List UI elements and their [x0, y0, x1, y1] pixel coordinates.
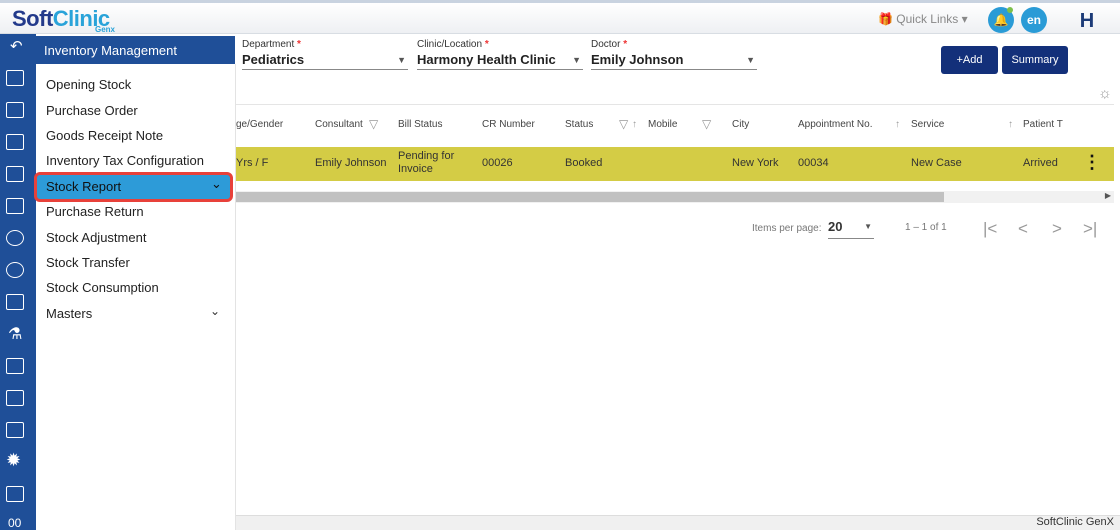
menu-item-label: Stock Report [46, 179, 122, 194]
menu-title: Inventory Management [36, 36, 235, 64]
column-patient-status[interactable]: Patient T [1023, 119, 1063, 130]
column-consultant[interactable]: Consultant [315, 119, 363, 130]
scroll-right-icon[interactable]: ▶ [1105, 191, 1111, 200]
cell-status: Booked [565, 157, 603, 169]
users-icon[interactable] [6, 262, 24, 278]
column-city[interactable]: City [732, 119, 749, 130]
safe-icon[interactable] [6, 422, 24, 438]
kebab-menu-icon[interactable]: ⋮ [1083, 152, 1101, 173]
id-card-icon[interactable] [6, 102, 24, 118]
chevron-down-icon: ⌄ [211, 176, 222, 191]
clinic-select[interactable]: Clinic/Location * Harmony Health Clinic … [417, 39, 583, 70]
notification-dot [1007, 7, 1013, 13]
user-avatar[interactable]: H [1072, 7, 1102, 35]
settings-icon[interactable]: ☼ [1098, 85, 1112, 102]
menu-item-stock-report[interactable]: Stock Report ⌄ [34, 172, 233, 202]
sort-arrow-icon[interactable]: ↑ [895, 119, 900, 130]
scrollbar-thumb[interactable] [236, 192, 944, 202]
last-page-icon[interactable]: >| [1083, 219, 1097, 239]
column-service[interactable]: Service [911, 119, 944, 130]
flask-icon[interactable]: ⚗ [8, 324, 22, 344]
book-icon[interactable] [6, 486, 24, 502]
sort-arrow-icon[interactable]: ↑ [632, 119, 637, 130]
monitor-icon[interactable] [6, 358, 24, 374]
menu-item-goods-receipt-note[interactable]: Goods Receipt Note [46, 128, 163, 143]
column-age-gender[interactable]: ge/Gender [236, 119, 283, 130]
filter-icon[interactable]: ▽ [702, 117, 711, 131]
quick-links[interactable]: 🎁 Quick Links ▾ [878, 12, 968, 26]
top-bar: SoftClinic Genx 🎁 Quick Links ▾ 🔔 en H [0, 0, 1120, 34]
monitor-icon[interactable] [6, 390, 24, 406]
users-icon[interactable] [6, 230, 24, 246]
column-cr-number[interactable]: CR Number [482, 119, 535, 130]
dropdown-arrow-icon: ▼ [397, 55, 406, 65]
dropdown-arrow-icon: ▼ [572, 55, 581, 65]
briefcase-icon[interactable] [6, 70, 24, 86]
more-icon[interactable]: 00 [8, 516, 21, 530]
column-mobile[interactable]: Mobile [648, 119, 677, 130]
clipboard-icon[interactable] [6, 294, 24, 310]
back-icon[interactable]: ↶ [10, 37, 23, 55]
monitor-icon[interactable] [6, 166, 24, 182]
column-appointment-no[interactable]: Appointment No. [798, 119, 873, 130]
items-per-page-select[interactable]: 20 ▼ [828, 219, 874, 239]
menu-item-opening-stock[interactable]: Opening Stock [46, 77, 131, 92]
calendar-icon[interactable] [6, 134, 24, 150]
menu-item-stock-adjustment[interactable]: Stock Adjustment [46, 230, 146, 245]
logo-sub: Genx [95, 25, 116, 34]
menu-item-inventory-tax-configuration[interactable]: Inventory Tax Configuration [46, 153, 204, 168]
menu-item-stock-transfer[interactable]: Stock Transfer [46, 255, 130, 270]
inventory-menu: Opening Stock Purchase Order Goods Recei… [36, 64, 236, 530]
add-button[interactable]: +Add [941, 46, 998, 74]
footer: SoftClinic GenX [236, 515, 1120, 530]
column-bill-status[interactable]: Bill Status [398, 119, 442, 130]
next-page-icon[interactable]: > [1052, 219, 1062, 239]
menu-item-purchase-return[interactable]: Purchase Return [46, 204, 144, 219]
previous-page-icon[interactable]: < [1018, 219, 1028, 239]
cell-patient-status: Arrived [1023, 157, 1058, 169]
sort-arrow-icon[interactable]: ↑ [1008, 119, 1013, 130]
horizontal-scrollbar[interactable]: ▶ [236, 191, 1114, 203]
cell-service: New Case [911, 157, 962, 169]
filter-icon[interactable]: ▽ [369, 117, 378, 131]
menu-item-stock-consumption[interactable]: Stock Consumption [46, 280, 159, 295]
summary-button[interactable]: Summary [1002, 46, 1068, 74]
cell-appointment-no: 00034 [798, 157, 829, 169]
dropdown-arrow-icon: ▼ [864, 222, 872, 231]
dropdown-arrow-icon: ▼ [746, 55, 755, 65]
cell-age-gender: Yrs / F [236, 157, 269, 169]
items-per-page-label: Items per page: [752, 223, 822, 234]
department-select[interactable]: Department * Pediatrics ▼ [242, 39, 408, 70]
chevron-down-icon: ⌄ [210, 304, 221, 318]
filter-icon[interactable]: ▽ [619, 117, 628, 131]
monitor-icon[interactable] [6, 198, 24, 214]
column-status[interactable]: Status [565, 119, 593, 130]
page-range: 1 – 1 of 1 [905, 222, 947, 233]
icon-rail: ↶ ⚗ ✹ 00 [0, 34, 36, 530]
gift-icon: 🎁 [878, 12, 897, 26]
cell-cr-number: 00026 [482, 157, 513, 169]
cell-city: New York [732, 157, 779, 169]
doctor-select[interactable]: Doctor * Emily Johnson ▼ [591, 39, 757, 70]
menu-item-masters[interactable]: Masters [46, 306, 92, 321]
cell-bill-status: Pending for Invoice [398, 150, 455, 175]
first-page-icon[interactable]: |< [983, 219, 997, 239]
cell-consultant: Emily Johnson [315, 157, 387, 169]
menu-item-purchase-order[interactable]: Purchase Order [46, 103, 138, 118]
language-button[interactable]: en [1021, 7, 1047, 33]
gear-icon[interactable]: ✹ [6, 450, 21, 471]
